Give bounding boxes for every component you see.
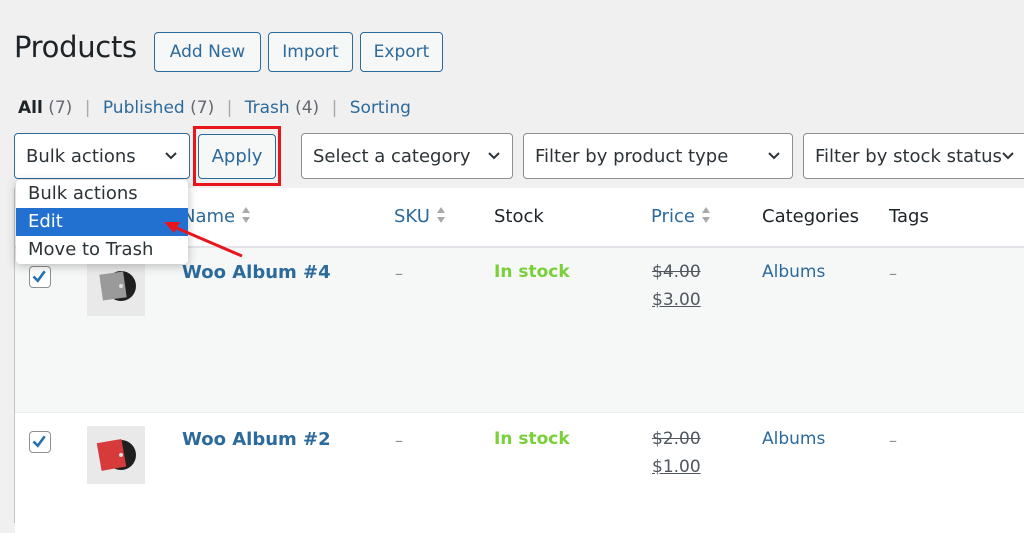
filter-published-count: (7): [190, 98, 215, 118]
product-sku: –: [395, 431, 403, 450]
status-filter-links: All (7) | Published (7) | Trash (4) | So…: [18, 98, 411, 118]
column-label: SKU: [394, 206, 430, 227]
product-tags: –: [889, 264, 897, 283]
checkmark-icon: [32, 270, 46, 283]
sale-price: $3.00: [652, 290, 701, 310]
chevron-down-icon: [165, 152, 177, 160]
product-tags: –: [889, 431, 897, 450]
column-header-categories: Categories: [762, 206, 860, 227]
stock-status: In stock: [494, 262, 570, 282]
sort-icon: [701, 207, 710, 223]
row-checkbox[interactable]: [29, 266, 51, 288]
filter-sorting-link[interactable]: Sorting: [350, 98, 411, 118]
separator: |: [84, 98, 91, 118]
export-button[interactable]: Export: [360, 32, 443, 72]
album-image-icon: [99, 271, 136, 301]
stock-status-select[interactable]: Filter by stock status: [803, 133, 1024, 179]
sale-price: $1.00: [652, 457, 701, 477]
column-header-stock: Stock: [494, 206, 544, 227]
bulk-option-move-to-trash[interactable]: Move to Trash: [16, 236, 188, 264]
category-link[interactable]: Albums: [762, 429, 825, 449]
row-checkbox[interactable]: [29, 431, 51, 453]
page-title: Products: [14, 30, 137, 64]
category-select-value: Select a category: [313, 145, 471, 167]
bulk-option-edit[interactable]: Edit: [16, 208, 188, 236]
stock-status-select-value: Filter by stock status: [815, 145, 1002, 167]
bulk-actions-value: Bulk actions: [26, 145, 136, 167]
album-image-icon: [96, 438, 136, 471]
column-header-name[interactable]: Name: [182, 206, 251, 227]
table-row: Woo Album #4 – In stock $4.00 $3.00 Albu…: [15, 248, 1024, 412]
product-name-link[interactable]: Woo Album #2: [182, 429, 331, 450]
filter-trash-link[interactable]: Trash: [245, 98, 290, 118]
product-price: $2.00 $1.00: [652, 425, 701, 481]
add-new-button[interactable]: Add New: [154, 32, 261, 72]
product-price: $4.00 $3.00: [652, 258, 701, 314]
column-label: Price: [651, 206, 695, 227]
chevron-down-icon: [488, 152, 500, 160]
column-header-sku[interactable]: SKU: [394, 206, 446, 227]
column-label: Name: [182, 206, 236, 227]
import-button[interactable]: Import: [268, 32, 353, 72]
regular-price: $2.00: [652, 429, 701, 449]
annotation-highlight-box: [193, 126, 281, 186]
bulk-actions-select[interactable]: Bulk actions: [14, 133, 190, 179]
chevron-down-icon: [1002, 152, 1014, 160]
bulk-option-bulk-actions[interactable]: Bulk actions: [16, 180, 188, 208]
regular-price: $4.00: [652, 262, 701, 282]
product-sku: –: [395, 264, 403, 283]
separator: |: [331, 98, 338, 118]
column-header-tags: Tags: [889, 206, 929, 227]
table-row: Woo Album #2 – In stock $2.00 $1.00 Albu…: [15, 412, 1024, 533]
category-select[interactable]: Select a category: [301, 133, 513, 179]
sort-icon: [242, 207, 251, 223]
filter-all-count: (7): [48, 98, 73, 118]
stock-status: In stock: [494, 429, 570, 449]
product-type-select-value: Filter by product type: [535, 145, 729, 167]
category-link[interactable]: Albums: [762, 262, 825, 282]
chevron-down-icon: [768, 152, 780, 160]
product-name-link[interactable]: Woo Album #4: [182, 262, 331, 283]
filter-all-link[interactable]: All: [18, 98, 43, 118]
sort-icon: [436, 207, 445, 223]
product-type-select[interactable]: Filter by product type: [523, 133, 793, 179]
column-header-price[interactable]: Price: [651, 206, 711, 227]
product-thumbnail[interactable]: [87, 258, 145, 316]
separator: |: [226, 98, 233, 118]
product-thumbnail[interactable]: [87, 426, 145, 484]
filter-published-link[interactable]: Published: [103, 98, 185, 118]
checkmark-icon: [32, 435, 46, 448]
bulk-actions-dropdown: Bulk actions Edit Move to Trash: [16, 180, 188, 264]
filter-trash-count: (4): [295, 98, 320, 118]
